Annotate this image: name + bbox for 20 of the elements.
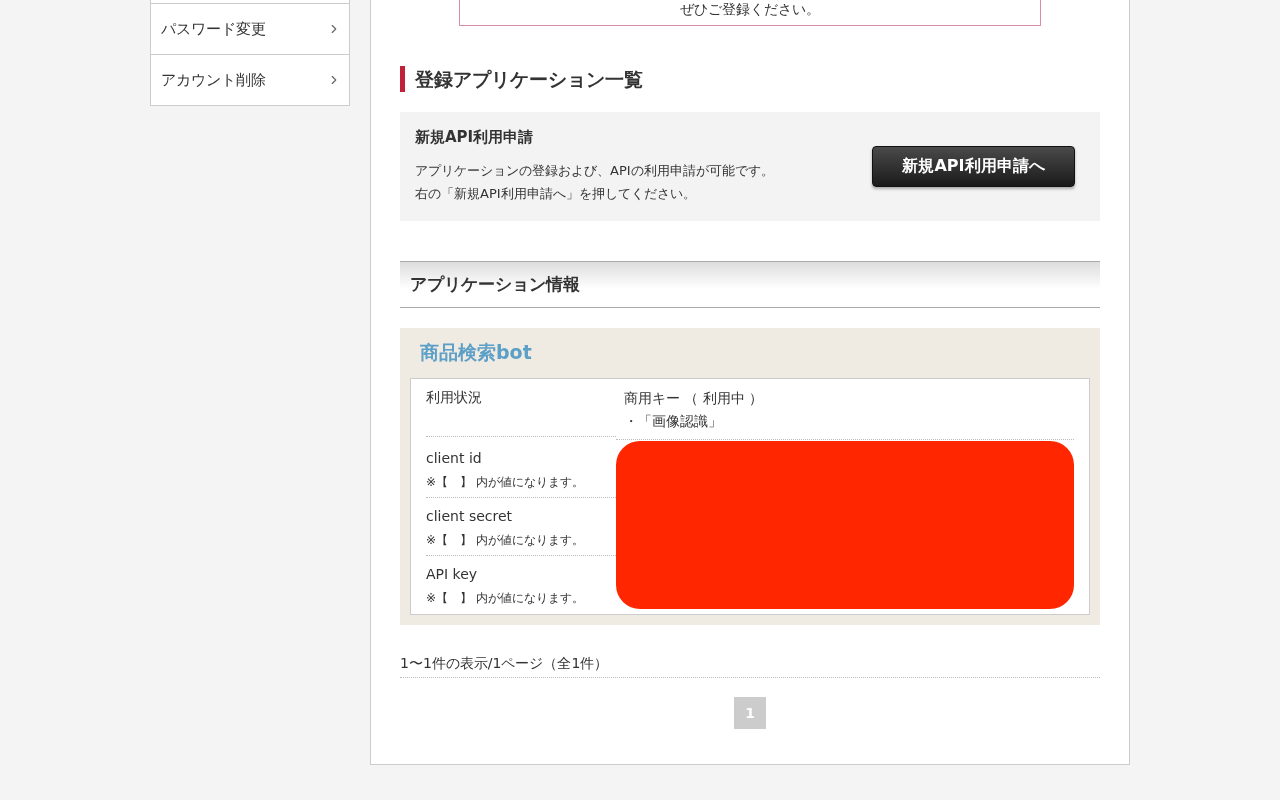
field-label: API key [426,565,479,584]
new-api-application-button[interactable]: 新規API利用申請へ [872,146,1075,187]
results-summary: 1〜1件の表示/1ページ（全1件） [400,655,1100,678]
field-label: client id [426,449,483,468]
section-heading: 登録アプリケーション一覧 [400,66,1100,92]
field-label: client secret [426,507,514,526]
app-name: 商品検索bot [419,340,533,365]
status-label: 利用状況 [426,388,483,407]
sidebar-item[interactable]: パスワード変更 [151,4,349,55]
field-note: ※【 】 内が値になります。 [426,532,585,549]
field-note: ※【 】 内が値になります。 [426,474,585,491]
status-value: ・「画像認識」 [624,412,723,431]
apply-description: アプリケーションの登録および、APIの利用申請が可能です。 [415,162,774,180]
field-note: ※【 】 内が値になります。 [426,590,585,607]
apply-title: 新規API利用申請 [415,128,535,147]
apply-description: 右の「新規API利用申請へ」を押してください。 [415,185,697,203]
section-header-bar: アプリケーション情報 [400,261,1100,308]
status-value: 商用キー （ 利用中 ） [624,389,765,408]
sidebar-item[interactable]: アカウント削除 [151,55,349,105]
notice-text: ぜひご登録ください。 [680,0,820,18]
